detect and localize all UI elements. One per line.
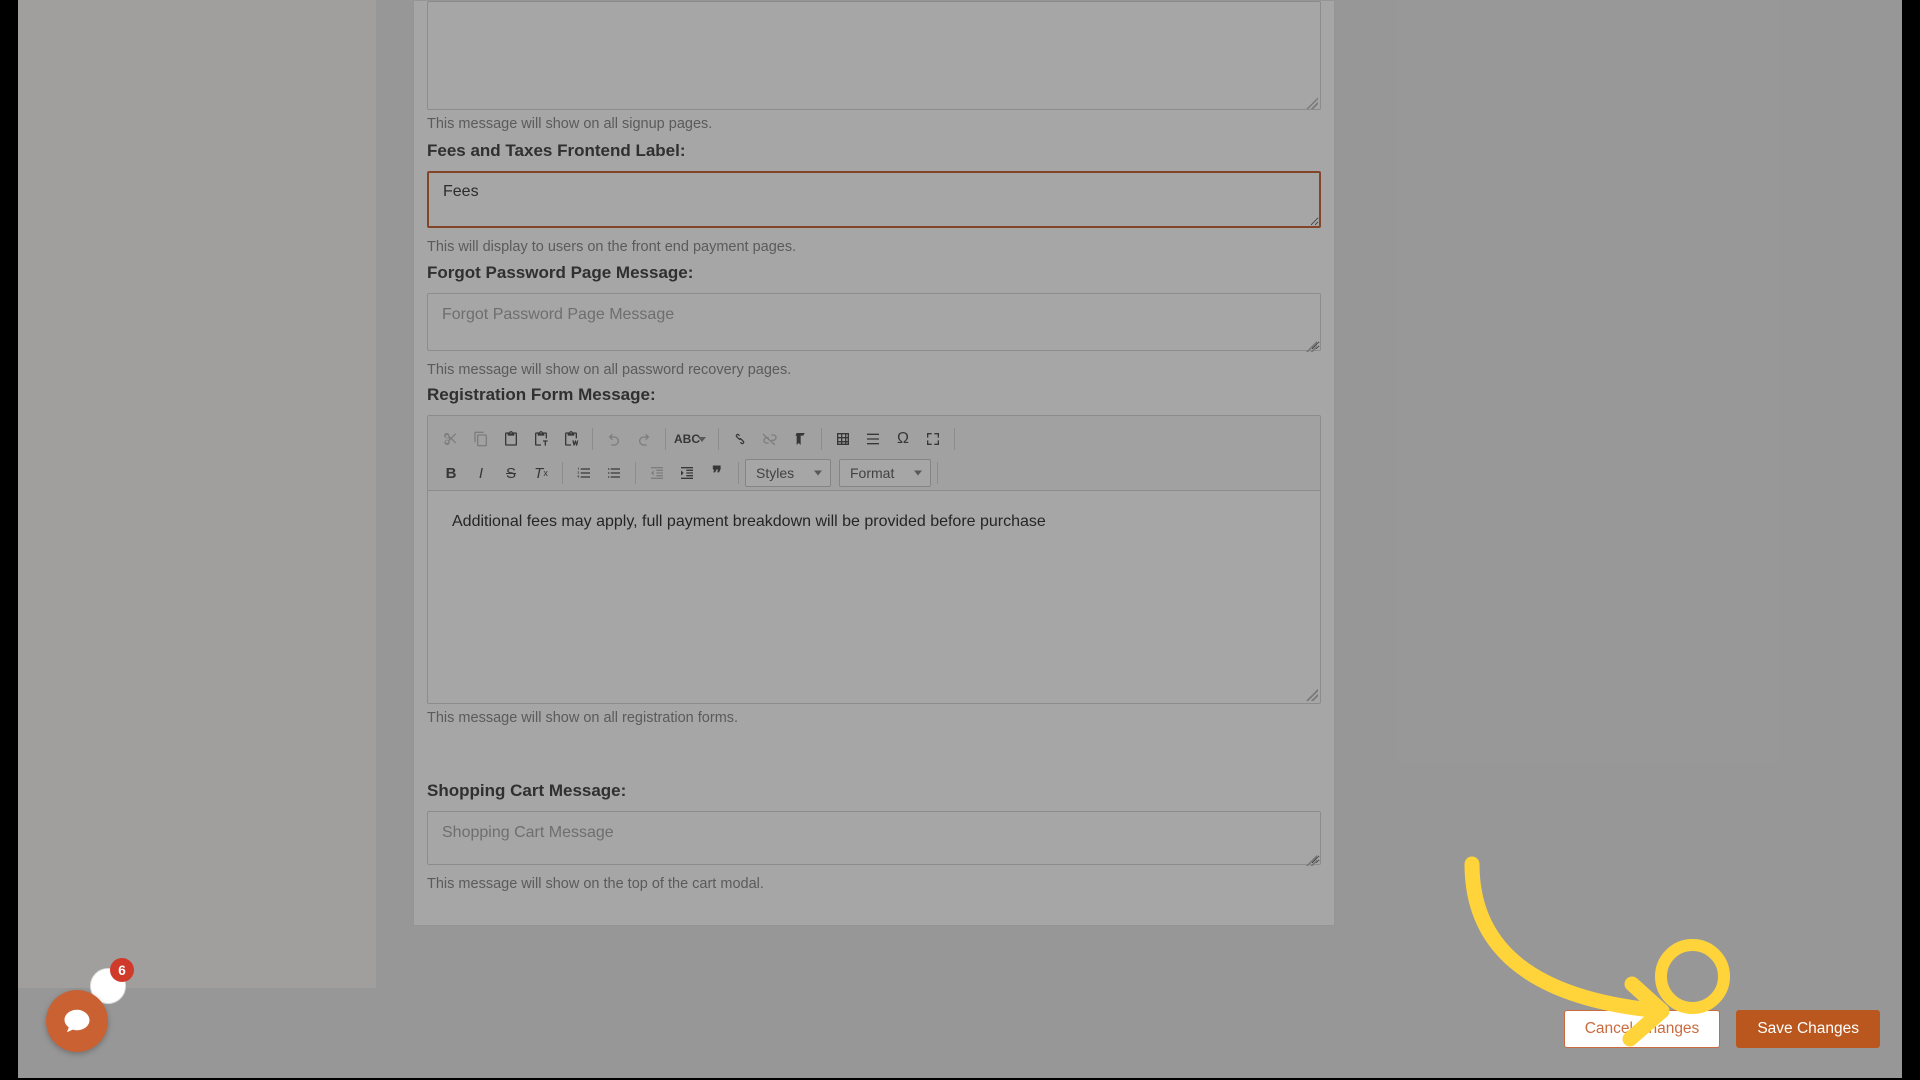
registration-message-editor[interactable]: ABC Ω [427,415,1321,704]
strike-icon[interactable]: S [496,458,526,488]
chat-badge: 6 [110,958,134,982]
chevron-down-icon [698,437,706,442]
blockquote-icon[interactable]: ❞ [702,458,732,488]
registration-message-group: Registration Form Message: [427,385,1321,726]
toolbar-separator [937,462,938,484]
toolbar-separator [738,462,739,484]
paste-icon[interactable] [496,424,526,454]
signup-message-editor[interactable] [427,1,1321,110]
undo-icon[interactable] [599,424,629,454]
unlink-icon[interactable] [755,424,785,454]
forgot-password-helper: This message will show on all password r… [427,362,1321,378]
bulletlist-icon[interactable] [599,458,629,488]
cut-icon[interactable] [436,424,466,454]
maximize-icon[interactable] [918,424,948,454]
toolbar-separator [665,428,666,450]
signup-message-helper: This message will show on all signup pag… [427,116,1321,132]
outdent-icon[interactable] [642,458,672,488]
paste-word-icon[interactable] [556,424,586,454]
registration-message-helper: This message will show on all registrati… [427,710,1321,726]
redo-icon[interactable] [629,424,659,454]
toolbar-separator [821,428,822,450]
fees-label-input[interactable] [427,171,1321,228]
format-select[interactable]: Format [839,459,931,487]
chevron-down-icon [814,471,822,476]
chat-icon [62,1006,92,1036]
copy-icon[interactable] [466,424,496,454]
left-sidebar [18,0,376,988]
form-actions: Cancel Changes Save Changes [1564,1010,1880,1048]
forgot-password-title: Forgot Password Page Message: [427,263,1321,283]
styles-select[interactable]: Styles [745,459,831,487]
fees-label-group: Fees and Taxes Frontend Label: This will… [427,141,1321,255]
toolbar-separator [592,428,593,450]
anchor-icon[interactable] [785,424,815,454]
cancel-changes-button[interactable]: Cancel Changes [1564,1010,1721,1048]
indent-icon[interactable] [672,458,702,488]
shopping-cart-input[interactable] [427,811,1321,865]
italic-icon[interactable]: I [466,458,496,488]
format-select-label: Format [850,465,894,481]
chevron-down-icon [914,471,922,476]
fees-label-helper: This will display to users on the front … [427,239,1321,255]
forgot-password-group: Forgot Password Page Message: This messa… [427,263,1321,378]
numberedlist-icon[interactable] [569,458,599,488]
toolbar-separator [954,428,955,450]
signup-message-group: This message will show on all signup pag… [427,1,1321,132]
shopping-cart-group: Shopping Cart Message: This message will… [427,781,1321,892]
specialchar-icon[interactable]: Ω [888,424,918,454]
styles-select-label: Styles [756,465,794,481]
settings-card: This message will show on all signup pag… [413,0,1335,926]
save-changes-button[interactable]: Save Changes [1736,1010,1880,1048]
rte-toolbar: ABC Ω [428,416,1320,491]
link-icon[interactable] [725,424,755,454]
registration-message-content[interactable]: Additional fees may apply, full payment … [428,491,1320,703]
toolbar-separator [718,428,719,450]
removeformat-icon[interactable]: Tx [526,458,556,488]
shopping-cart-helper: This message will show on the top of the… [427,876,1321,892]
toolbar-separator [562,462,563,484]
toolbar-separator [635,462,636,484]
table-icon[interactable] [828,424,858,454]
paste-text-icon[interactable] [526,424,556,454]
chat-button[interactable] [46,990,108,1052]
shopping-cart-title: Shopping Cart Message: [427,781,1321,801]
fees-label-title: Fees and Taxes Frontend Label: [427,141,1321,161]
bold-icon[interactable]: B [436,458,466,488]
registration-message-title: Registration Form Message: [427,385,1321,405]
forgot-password-input[interactable] [427,293,1321,351]
hr-icon[interactable] [858,424,888,454]
